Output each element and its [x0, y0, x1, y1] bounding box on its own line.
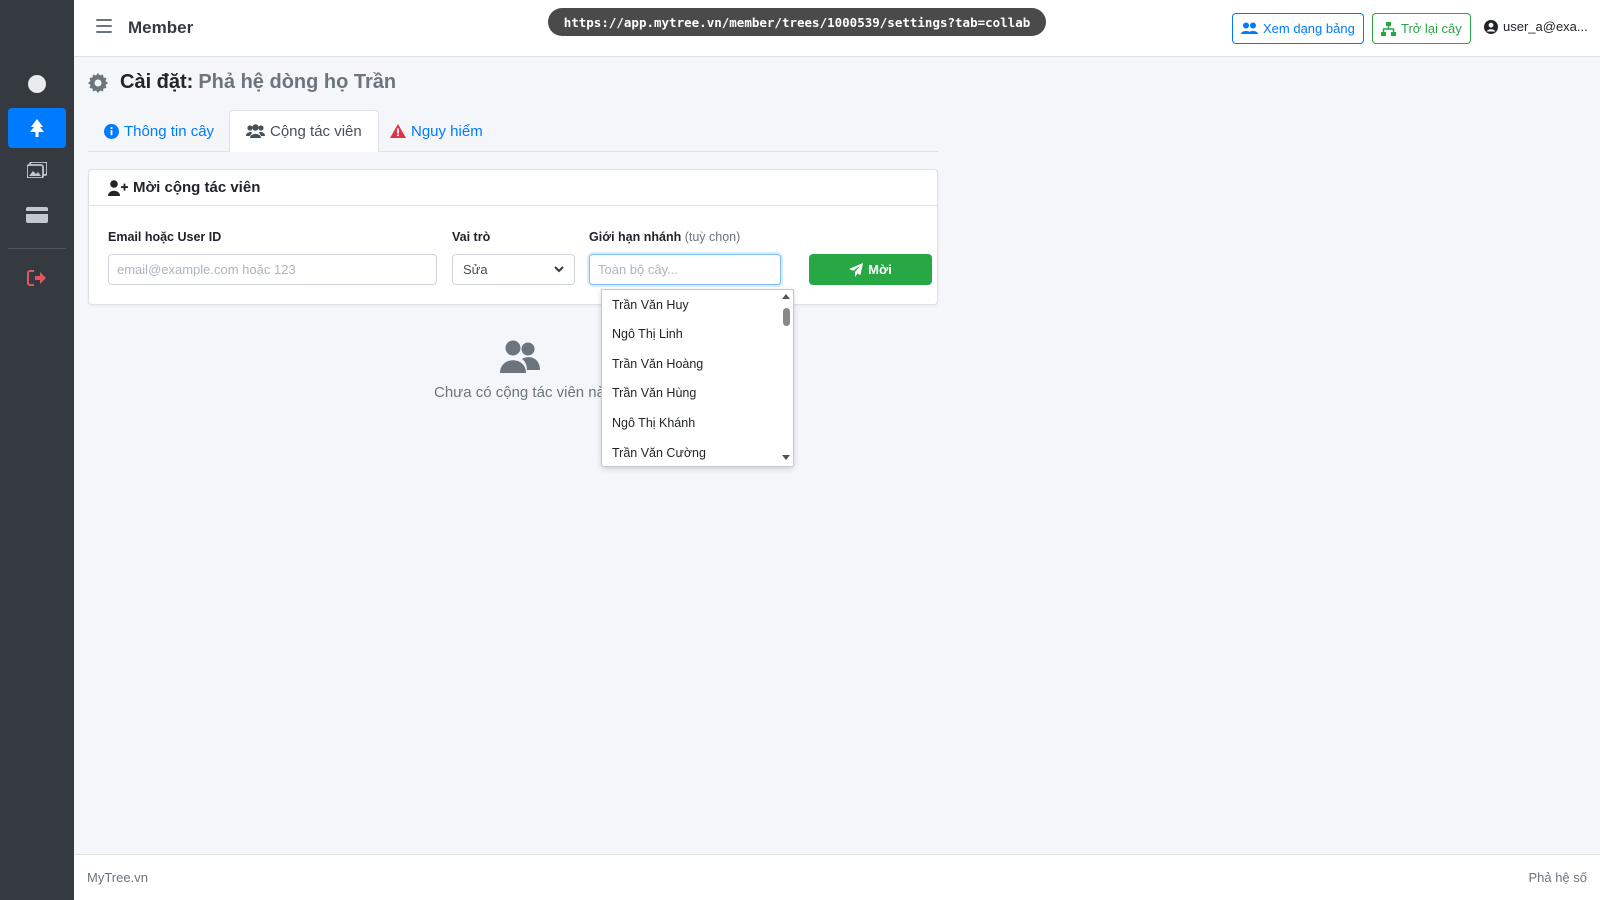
empty-state [420, 340, 620, 378]
menu-toggle-icon[interactable] [96, 19, 112, 33]
page-title-label: Cài đặt: [120, 71, 194, 93]
branch-label: Giới hạn nhánh (tuỳ chọn) [589, 230, 740, 244]
users-empty-icon [500, 340, 540, 373]
scroll-up-icon[interactable] [782, 294, 790, 299]
settings-tabs: Thông tin cây Cộng tác viên Nguy hiểm [88, 110, 938, 152]
gear-icon [88, 72, 108, 93]
sign-out-icon [27, 270, 46, 286]
brand-title: Member [128, 18, 194, 37]
invite-card: Mời cộng tác viên Email hoặc User ID ema… [88, 169, 938, 305]
users-icon [1241, 22, 1258, 34]
tab-tree-info[interactable]: Thông tin cây [88, 110, 230, 152]
user-menu[interactable]: user_a@exa... [1484, 19, 1588, 34]
tree-name: Phả hệ dòng họ Trần [198, 71, 397, 93]
branch-option[interactable]: Trần Văn Huy [612, 298, 689, 312]
table-view-button[interactable]: Xem dạng bảng [1232, 13, 1364, 44]
sidebar-item-logout[interactable] [8, 258, 66, 298]
branch-combobox[interactable]: Toàn bộ cây... [589, 254, 781, 285]
users-icon [246, 124, 265, 138]
sidebar-divider [8, 248, 66, 249]
chevron-down-icon [554, 266, 564, 273]
page-title: Cài đặt: Phả hệ dòng họ Trần [88, 71, 396, 94]
invite-button[interactable]: Mời [809, 254, 932, 285]
branch-option[interactable]: Trần Văn Cường [612, 446, 706, 460]
branch-option[interactable]: Ngô Thị Linh [612, 327, 683, 341]
top-navbar: Member https://app.mytree.vn/member/tree… [74, 0, 1600, 57]
scroll-down-icon[interactable] [782, 455, 790, 460]
back-to-tree-label: Trở lại cây [1401, 21, 1462, 36]
paper-plane-icon [849, 262, 864, 277]
branch-optional-text: (tuỳ chọn) [684, 230, 741, 244]
dropdown-scrollbar[interactable] [779, 290, 793, 466]
url-bar[interactable]: https://app.mytree.vn/member/trees/10005… [548, 8, 1046, 36]
footer-tagline: Phả hệ số [1528, 870, 1587, 885]
sidebar-item-trees[interactable] [8, 108, 66, 148]
user-name: user_a@exa... [1503, 19, 1588, 34]
invite-title: Mời cộng tác viên [133, 179, 261, 196]
branch-label-text: Giới hạn nhánh [589, 230, 682, 244]
role-select[interactable]: Sửa [452, 254, 575, 285]
tab-collaborators[interactable]: Cộng tác viên [229, 110, 379, 152]
email-placeholder: email@example.com hoặc 123 [117, 262, 296, 277]
sidebar-item-home[interactable] [8, 64, 66, 104]
warning-icon [390, 124, 406, 138]
email-label: Email hoặc User ID [108, 230, 222, 244]
sidebar-item-gallery[interactable] [8, 150, 66, 190]
invite-card-header: Mời cộng tác viên [89, 170, 937, 206]
empty-state-text: Chưa có cộng tác viên nào [434, 384, 614, 401]
circle-icon [28, 75, 46, 93]
footer-brand: MyTree.vn [87, 870, 148, 885]
role-value: Sửa [463, 262, 488, 277]
tab-danger[interactable]: Nguy hiểm [374, 110, 499, 152]
branch-option[interactable]: Trần Văn Hoàng [612, 357, 703, 371]
footer: MyTree.vn Phả hệ số [74, 854, 1600, 900]
branch-options-list[interactable]: Trần Văn Huy Ngô Thị Linh Trần Văn Hoàng… [601, 289, 794, 467]
tab-danger-label: Nguy hiểm [411, 122, 483, 140]
table-view-label: Xem dạng bảng [1263, 21, 1355, 36]
email-field[interactable]: email@example.com hoặc 123 [108, 254, 437, 285]
tab-collaborators-label: Cộng tác viên [270, 122, 362, 140]
sitemap-icon [1381, 21, 1396, 36]
branch-option[interactable]: Trần Văn Hùng [612, 386, 696, 400]
branch-option[interactable]: Ngô Thị Khánh [612, 416, 695, 430]
back-to-tree-button[interactable]: Trở lại cây [1372, 13, 1471, 44]
sidebar-item-billing[interactable] [8, 195, 66, 235]
images-icon [27, 162, 47, 178]
scroll-thumb[interactable] [783, 308, 790, 326]
tree-icon [30, 119, 44, 137]
tab-tree-info-label: Thông tin cây [124, 122, 215, 140]
user-plus-icon [108, 179, 128, 196]
credit-card-icon [26, 207, 48, 223]
user-circle-icon [1484, 19, 1498, 34]
sidebar [0, 0, 74, 900]
info-circle-icon [104, 123, 119, 139]
branch-placeholder: Toàn bộ cây... [598, 262, 678, 277]
main-content: Cài đặt: Phả hệ dòng họ Trần Thông tin c… [74, 57, 1600, 854]
invite-button-label: Mời [868, 262, 892, 277]
role-label: Vai trò [452, 230, 491, 244]
